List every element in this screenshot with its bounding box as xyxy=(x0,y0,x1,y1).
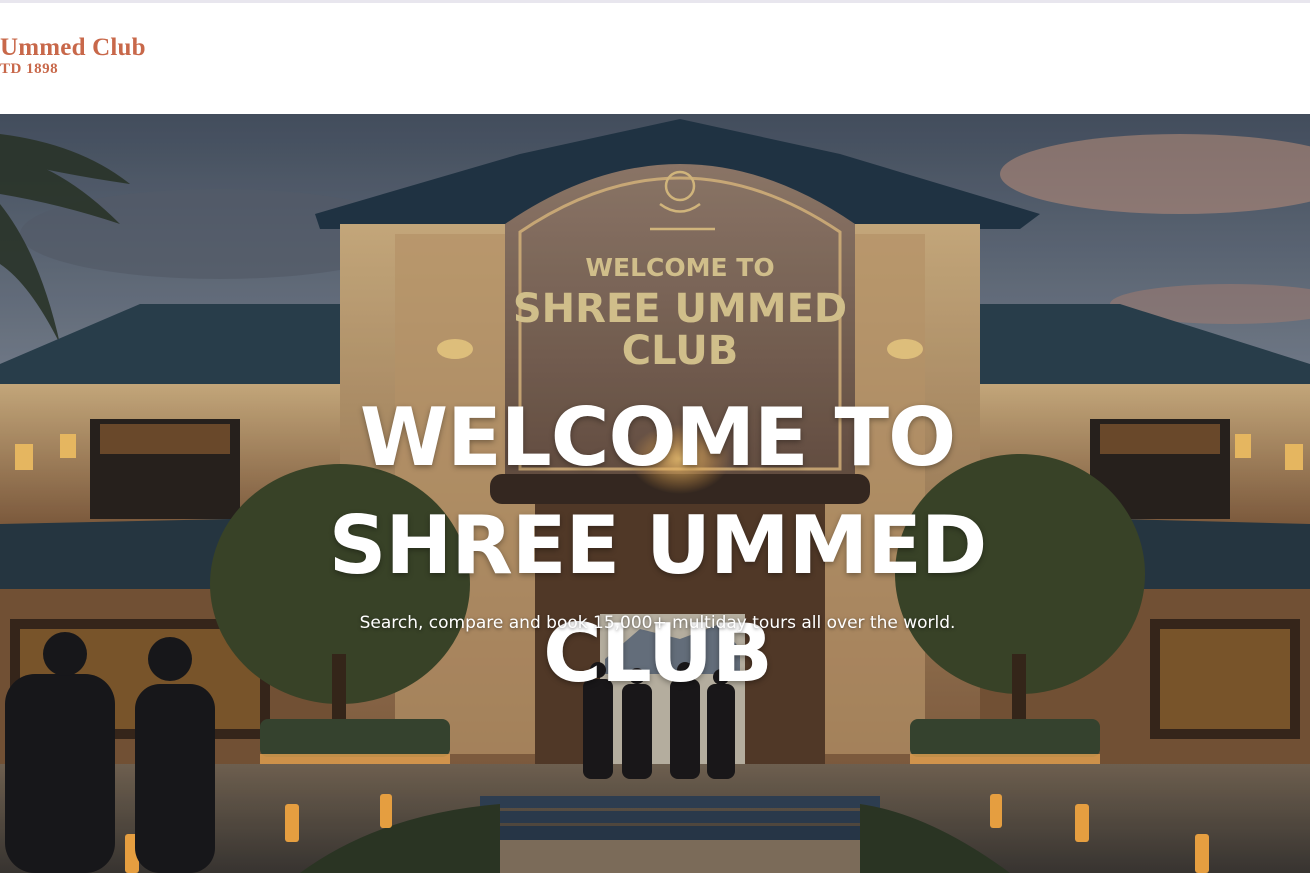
logo-established: TD 1898 xyxy=(0,61,59,77)
site-logo[interactable]: Ummed Club TD 1898 xyxy=(0,35,146,77)
hero-title: WELCOME TO SHREE UMMED CLUB xyxy=(328,391,988,700)
site-header: Ummed Club TD 1898 xyxy=(0,3,1310,114)
hero-subtitle: Search, compare and book 15,000+ multida… xyxy=(359,613,956,633)
hero-banner: WELCOME TO SHREE UMMED CLUB WELCOME TO S… xyxy=(0,114,1310,873)
logo-name: Ummed Club xyxy=(0,34,146,61)
